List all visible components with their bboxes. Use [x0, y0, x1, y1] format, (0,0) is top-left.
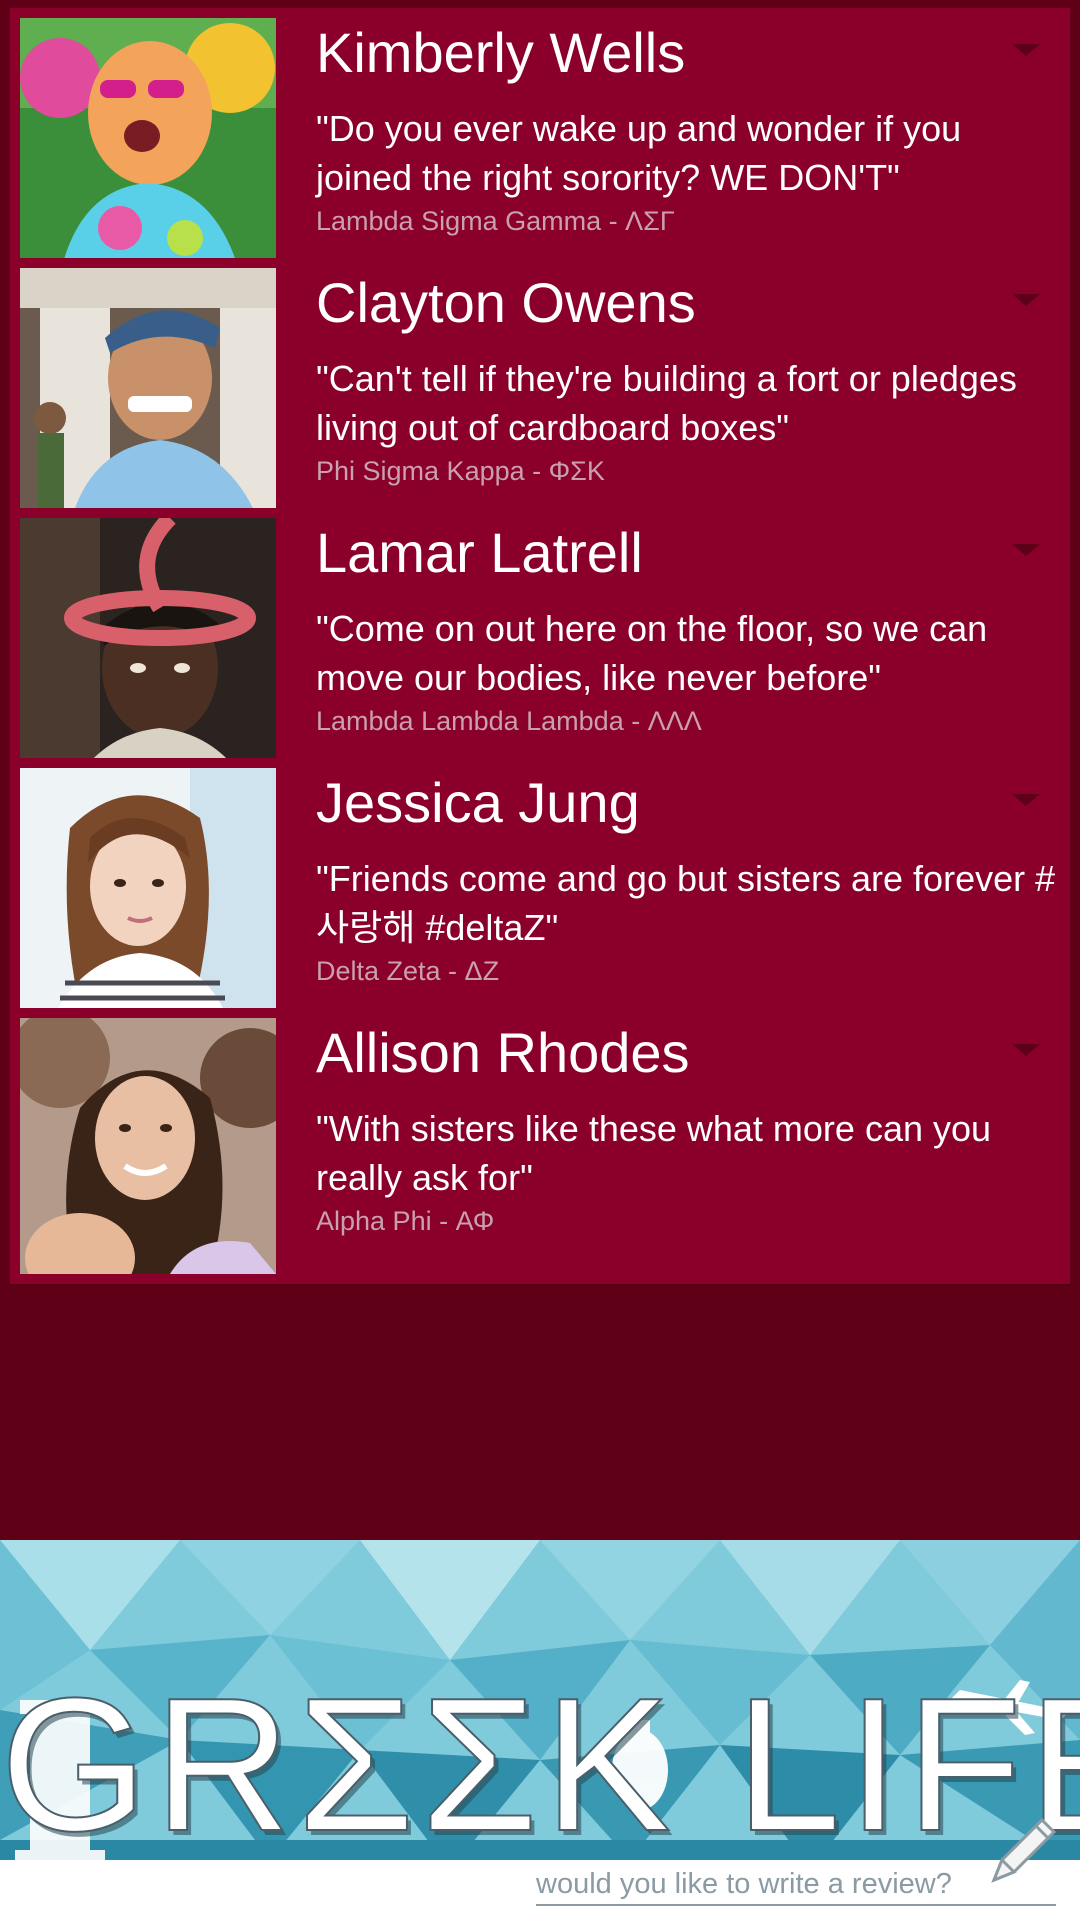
- chapter-label: Alpha Phi - ΑΦ: [316, 1206, 495, 1236]
- chevron-down-icon[interactable]: [1012, 544, 1040, 556]
- avatar-photo-lamar: [20, 518, 276, 774]
- chapter-label: Delta Zeta - ΔΖ: [316, 956, 500, 986]
- author-name: Lamar Latrell: [316, 521, 643, 584]
- post-card[interactable]: Allison Rhodes "With sisters like these …: [10, 1008, 1070, 1284]
- author-name: Kimberly Wells: [316, 21, 686, 84]
- pencil-icon[interactable]: [972, 1802, 1072, 1902]
- post-quote: "Can't tell if they're building a fort o…: [316, 358, 1017, 448]
- author-name: Allison Rhodes: [316, 1021, 690, 1084]
- author-name: Clayton Owens: [316, 271, 696, 334]
- greek-life-logo: GRΣΣK LIFE: [0, 1659, 1080, 1871]
- avatar-photo-kimberly: [20, 18, 276, 274]
- post-card[interactable]: Clayton Owens "Can't tell if they're bui…: [10, 258, 1070, 534]
- avatar[interactable]: [20, 768, 276, 1024]
- post-card[interactable]: Jessica Jung "Friends come and go but si…: [10, 758, 1070, 1034]
- post-quote: "Friends come and go but sisters are for…: [316, 858, 1056, 948]
- post-quote: "Come on out here on the floor, so we ca…: [316, 608, 988, 698]
- chapter-label: Phi Sigma Kappa - ΦΣΚ: [316, 456, 605, 486]
- post-card[interactable]: Lamar Latrell "Come on out here on the f…: [10, 508, 1070, 784]
- author-name: Jessica Jung: [316, 771, 640, 834]
- greek-life-banner: GRΣΣK LIFE would you like to write a rev…: [0, 1540, 1080, 1920]
- post-card[interactable]: Kimberly Wells "Do you ever wake up and …: [10, 8, 1070, 284]
- avatar[interactable]: [20, 18, 276, 274]
- chevron-down-icon[interactable]: [1012, 44, 1040, 56]
- chevron-down-icon[interactable]: [1012, 794, 1040, 806]
- avatar-photo-allison: [20, 1018, 276, 1274]
- avatar[interactable]: [20, 268, 276, 524]
- post-quote: "With sisters like these what more can y…: [316, 1108, 992, 1198]
- chapter-label: Lambda Lambda Lambda - ΛΛΛ: [316, 706, 702, 736]
- post-quote: "Do you ever wake up and wonder if you j…: [316, 108, 962, 198]
- avatar[interactable]: [20, 518, 276, 774]
- chevron-down-icon[interactable]: [1012, 294, 1040, 306]
- avatar[interactable]: [20, 1018, 276, 1274]
- avatar-photo-jessica: [20, 768, 276, 1024]
- chapter-label: Lambda Sigma Gamma - ΛΣΓ: [316, 206, 675, 236]
- chevron-down-icon[interactable]: [1012, 1044, 1040, 1056]
- avatar-photo-clayton: [20, 268, 276, 524]
